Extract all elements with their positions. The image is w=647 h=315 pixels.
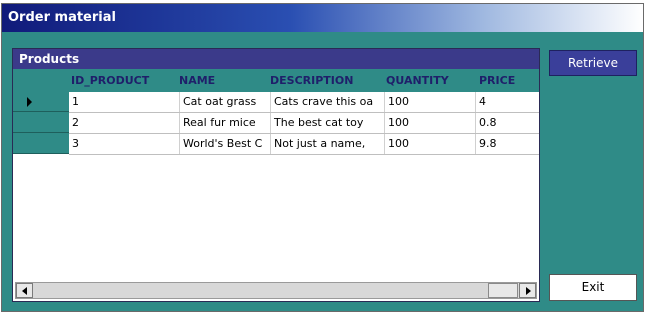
cell-description[interactable]: The best cat toy [271, 113, 385, 133]
products-grid[interactable]: Products ID_PRODUCT NAME DESCRIPTION QUA… [12, 48, 540, 302]
table-row[interactable]: 3 World's Best C Not just a name, 100 9.… [69, 134, 539, 155]
window-title: Order material [2, 4, 643, 32]
cell-price[interactable]: 0.8 [476, 113, 539, 133]
scroll-right-button[interactable] [519, 283, 536, 298]
row-selector-column [13, 92, 69, 154]
cell-quantity[interactable]: 100 [385, 92, 476, 112]
cell-quantity[interactable]: 100 [385, 113, 476, 133]
grid-caption: Products [13, 49, 539, 69]
cell-id-product[interactable]: 2 [69, 113, 180, 133]
horizontal-scrollbar[interactable] [15, 282, 537, 299]
scrollbar-thumb[interactable] [488, 283, 518, 298]
exit-button[interactable]: Exit [549, 274, 637, 301]
current-row-arrow-icon [27, 97, 32, 107]
cell-description[interactable]: Cats crave this oa [271, 92, 385, 112]
column-header-description[interactable]: DESCRIPTION [270, 69, 375, 92]
retrieve-button[interactable]: Retrieve [549, 50, 637, 76]
cell-id-product[interactable]: 3 [69, 134, 180, 154]
row-selector-1[interactable] [13, 92, 69, 112]
cell-price[interactable]: 4 [476, 92, 539, 112]
table-row[interactable]: 2 Real fur mice The best cat toy 100 0.8 [69, 113, 539, 134]
row-selector-2[interactable] [13, 113, 69, 133]
cell-name[interactable]: Cat oat grass [180, 92, 271, 112]
grid-header-row: ID_PRODUCT NAME DESCRIPTION QUANTITY PRI… [13, 69, 539, 92]
table-row[interactable]: 1 Cat oat grass Cats crave this oa 100 4 [69, 92, 539, 113]
cell-name[interactable]: World's Best C [180, 134, 271, 154]
arrow-right-icon [526, 287, 531, 295]
scroll-left-button[interactable] [16, 283, 33, 298]
order-material-window: Order material Products ID_PRODUCT NAME … [1, 3, 644, 312]
cell-quantity[interactable]: 100 [385, 134, 476, 154]
cell-description[interactable]: Not just a name, [271, 134, 385, 154]
column-header-id-product[interactable]: ID_PRODUCT [71, 69, 171, 92]
column-header-quantity[interactable]: QUANTITY [386, 69, 476, 92]
row-selector-3[interactable] [13, 134, 69, 154]
column-header-name[interactable]: NAME [179, 69, 261, 92]
column-header-price[interactable]: PRICE [479, 69, 539, 92]
cell-name[interactable]: Real fur mice [180, 113, 271, 133]
arrow-left-icon [22, 287, 27, 295]
cell-id-product[interactable]: 1 [69, 92, 180, 112]
cell-price[interactable]: 9.8 [476, 134, 539, 154]
